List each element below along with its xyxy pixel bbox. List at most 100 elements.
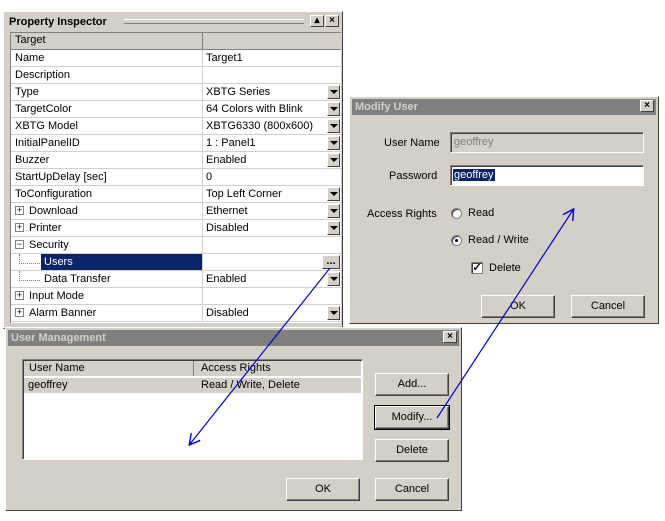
prop-name: Input Mode <box>11 288 203 304</box>
user-management-title: User Management <box>11 332 106 344</box>
prop-name: Type <box>11 84 203 100</box>
prop-name: InitialPanelID <box>11 135 203 151</box>
tree-line <box>19 271 40 281</box>
column-header-user-name[interactable]: User Name <box>24 361 194 376</box>
prop-value[interactable]: 64 Colors with Blink <box>204 101 343 117</box>
prop-row-security[interactable]: − Security <box>11 237 341 254</box>
radio-read[interactable] <box>451 208 462 219</box>
add-button[interactable]: Add... <box>375 373 449 396</box>
column-header-access-rights[interactable]: Access Rights <box>195 361 361 376</box>
access-rights-cell: Read / Write, Delete <box>201 379 300 391</box>
prop-value[interactable]: 1 : Panel1 <box>204 135 343 151</box>
prop-name: TargetColor <box>11 101 203 117</box>
prop-value[interactable]: 0 <box>204 169 343 185</box>
prop-name: Alarm Banner <box>11 305 203 321</box>
cancel-button-label: Cancel <box>394 483 430 495</box>
prop-row-description[interactable]: Description <box>11 67 341 84</box>
ellipsis-button[interactable]: ... <box>322 255 340 269</box>
password-value: geoffrey <box>453 169 495 181</box>
close-icon[interactable]: × <box>443 331 457 343</box>
prop-name: Description <box>11 67 203 83</box>
prop-value[interactable]: Enabled <box>204 152 343 168</box>
delete-button[interactable]: Delete <box>375 439 449 462</box>
dropdown-arrow-icon[interactable] <box>327 102 340 116</box>
prop-name: Printer <box>11 220 203 236</box>
user-name-cell: geoffrey <box>28 379 68 391</box>
property-inspector-window: Property Inspector ▴ × Target Name Targe… <box>3 11 343 329</box>
cancel-button[interactable]: Cancel <box>375 478 449 501</box>
dropdown-arrow-icon[interactable] <box>327 272 340 286</box>
prop-value[interactable]: Disabled <box>204 220 343 236</box>
password-field[interactable]: geoffrey <box>450 165 644 186</box>
property-inspector-titlebar[interactable]: Property Inspector ▴ × <box>6 14 340 30</box>
user-list: User Name Access Rights geoffrey Read / … <box>22 359 363 460</box>
dropdown-arrow-icon[interactable] <box>327 119 340 133</box>
prop-value[interactable] <box>204 237 343 253</box>
list-item[interactable]: geoffrey Read / Write, Delete <box>24 378 361 393</box>
prop-row-name[interactable]: Name Target1 <box>11 50 341 67</box>
list-header: User Name Access Rights <box>24 361 361 376</box>
dropdown-arrow-icon[interactable] <box>327 306 340 320</box>
radio-read-write-label[interactable]: Read / Write <box>468 234 529 246</box>
ok-button[interactable]: OK <box>481 295 555 318</box>
prop-name: Security <box>11 237 203 253</box>
header-divider <box>202 33 203 49</box>
prop-name: Download <box>11 203 203 219</box>
modify-user-titlebar[interactable]: Modify User × <box>352 99 656 115</box>
prop-value[interactable]: Top Left Corner <box>204 186 343 202</box>
delete-checkbox-label[interactable]: Delete <box>489 262 521 274</box>
username-field: geoffrey <box>450 132 644 153</box>
dropdown-arrow-icon[interactable] <box>327 204 340 218</box>
close-icon[interactable]: × <box>640 100 654 112</box>
password-label: Password <box>389 170 438 182</box>
prop-row-alarm-banner[interactable]: + Alarm Banner Disabled <box>11 305 341 322</box>
prop-row-initialpanelid[interactable]: InitialPanelID 1 : Panel1 <box>11 135 341 152</box>
prop-name: StartUpDelay [sec] <box>11 169 203 185</box>
ok-button-label: OK <box>510 300 526 312</box>
dropdown-arrow-icon[interactable] <box>327 221 340 235</box>
prop-row-xbtg-model[interactable]: XBTG Model XBTG6330 (800x600) <box>11 118 341 135</box>
prop-value[interactable]: Target1 <box>204 50 343 66</box>
prop-value[interactable]: XBTG6330 (800x600) <box>204 118 343 134</box>
dropdown-arrow-icon[interactable] <box>327 187 340 201</box>
cancel-button-label: Cancel <box>590 300 626 312</box>
prop-row-startupdelay[interactable]: StartUpDelay [sec] 0 <box>11 169 341 186</box>
prop-row-users[interactable]: Users ... <box>11 254 341 271</box>
username-label: User Name <box>384 137 440 149</box>
maximize-icon[interactable]: ▴ <box>310 15 324 27</box>
dropdown-arrow-icon[interactable] <box>327 85 340 99</box>
prop-value[interactable]: Disabled <box>204 305 343 321</box>
modify-button-label: Modify... <box>391 411 433 423</box>
access-rights-label: Access Rights <box>367 208 437 220</box>
prop-row-download[interactable]: + Download Ethernet <box>11 203 341 220</box>
delete-checkbox[interactable]: ✓ <box>471 262 483 274</box>
prop-row-data-transfer[interactable]: Data Transfer Enabled <box>11 271 341 288</box>
modify-button[interactable]: Modify... <box>374 405 450 430</box>
prop-name: Users <box>41 254 203 270</box>
prop-row-targetcolor[interactable]: TargetColor 64 Colors with Blink <box>11 101 341 118</box>
username-value: geoffrey <box>454 136 494 148</box>
ok-button[interactable]: OK <box>286 478 360 501</box>
add-button-label: Add... <box>397 378 427 390</box>
close-icon[interactable]: × <box>325 15 339 27</box>
grid-header: Target <box>11 33 341 50</box>
prop-name: Buzzer <box>11 152 203 168</box>
radio-read-label[interactable]: Read <box>468 207 494 219</box>
prop-row-input-mode[interactable]: + Input Mode <box>11 288 341 305</box>
prop-value[interactable]: XBTG Series <box>204 84 343 100</box>
prop-value[interactable] <box>204 288 343 304</box>
dropdown-arrow-icon[interactable] <box>327 153 340 167</box>
prop-value[interactable] <box>204 67 343 83</box>
radio-read-write[interactable] <box>451 235 462 246</box>
prop-row-printer[interactable]: + Printer Disabled <box>11 220 341 237</box>
delete-button-label: Delete <box>396 444 428 456</box>
prop-value[interactable]: Enabled <box>204 271 343 287</box>
dropdown-arrow-icon[interactable] <box>327 136 340 150</box>
prop-value[interactable]: Ethernet <box>204 203 343 219</box>
modify-user-title: Modify User <box>355 101 418 113</box>
prop-row-type[interactable]: Type XBTG Series <box>11 84 341 101</box>
prop-row-buzzer[interactable]: Buzzer Enabled <box>11 152 341 169</box>
user-management-titlebar[interactable]: User Management × <box>8 330 459 346</box>
cancel-button[interactable]: Cancel <box>571 295 645 318</box>
prop-row-toconfiguration[interactable]: ToConfiguration Top Left Corner <box>11 186 341 203</box>
